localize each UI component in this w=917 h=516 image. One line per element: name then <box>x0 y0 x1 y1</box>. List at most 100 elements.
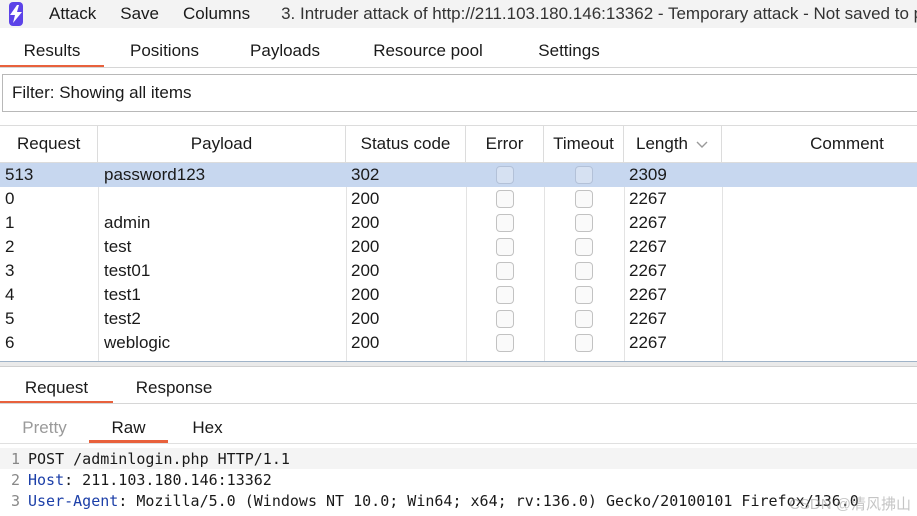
cell-status-code: 200 <box>351 309 380 328</box>
line-number: 1 <box>10 449 20 468</box>
error-checkbox-cell <box>496 259 514 283</box>
checkbox-icon <box>496 286 514 304</box>
main-tabs: Results Positions Payloads Resource pool… <box>0 34 627 68</box>
error-checkbox-cell <box>496 187 514 211</box>
col-header-length[interactable]: Length <box>624 126 722 162</box>
header-value: : 211.103.180.146:13362 <box>64 470 272 489</box>
code-line: 2 Host: 211.103.180.146:13362 <box>0 469 917 490</box>
cell-status-code: 200 <box>351 285 380 304</box>
line-number: 2 <box>10 470 20 489</box>
view-tabs-divider <box>0 443 917 444</box>
checkbox-icon <box>575 214 593 232</box>
cell-length: 2267 <box>629 261 667 280</box>
results-table: Request Payload Status code Error Timeou… <box>0 125 917 361</box>
table-row[interactable]: 513 password123 302 2309 <box>0 163 917 187</box>
error-checkbox-cell <box>496 235 514 259</box>
cell-status-code: 200 <box>351 333 380 352</box>
cell-status-code: 200 <box>351 213 380 232</box>
error-checkbox-cell <box>496 283 514 307</box>
col-header-error[interactable]: Error <box>466 126 544 162</box>
checkbox-icon <box>575 262 593 280</box>
menu-columns[interactable]: Columns <box>183 4 250 24</box>
timeout-checkbox-cell <box>575 283 593 307</box>
window-title: 3. Intruder attack of http://211.103.180… <box>281 4 917 23</box>
checkbox-icon <box>496 190 514 208</box>
checkbox-icon <box>496 166 514 184</box>
timeout-checkbox-cell <box>575 187 593 211</box>
filter-text: Filter: Showing all items <box>12 83 192 102</box>
col-header-request[interactable]: Request <box>0 126 98 162</box>
col-header-comment[interactable]: Comment <box>722 126 917 162</box>
table-row[interactable]: 6 weblogic 200 2267 <box>0 331 917 355</box>
code-line: 3 User-Agent: Mozilla/5.0 (Windows NT 10.… <box>0 490 917 511</box>
cell-status-code: 200 <box>351 189 380 208</box>
tab-pretty[interactable]: Pretty <box>0 412 89 443</box>
checkbox-icon <box>496 238 514 256</box>
menu-save[interactable]: Save <box>120 4 159 24</box>
pane-splitter[interactable] <box>0 361 917 367</box>
table-row[interactable]: 0 200 2267 <box>0 187 917 211</box>
error-checkbox-cell <box>496 331 514 355</box>
cell-length: 2267 <box>629 189 667 208</box>
cell-request: 3 <box>5 261 15 280</box>
checkbox-icon <box>575 310 593 328</box>
cell-payload: test01 <box>104 261 151 280</box>
checkbox-icon <box>575 334 593 352</box>
tab-raw[interactable]: Raw <box>89 412 168 443</box>
tab-hex[interactable]: Hex <box>168 412 247 443</box>
menu-attack[interactable]: Attack <box>49 4 96 24</box>
timeout-checkbox-cell <box>575 163 593 187</box>
tab-results[interactable]: Results <box>0 34 104 68</box>
filter-bar[interactable]: Filter: Showing all items <box>2 74 917 112</box>
message-tabs-divider <box>0 403 917 404</box>
col-header-status-code[interactable]: Status code <box>346 126 466 162</box>
tab-response[interactable]: Response <box>113 371 235 404</box>
message-tabs: Request Response <box>0 371 235 404</box>
col-header-payload[interactable]: Payload <box>98 126 346 162</box>
tab-settings[interactable]: Settings <box>511 34 627 68</box>
cell-payload: test2 <box>104 309 141 328</box>
cell-request: 2 <box>5 237 15 256</box>
cell-request: 6 <box>5 333 15 352</box>
tab-request[interactable]: Request <box>0 371 113 404</box>
watermark: CSDN @清风拂山 <box>789 496 911 513</box>
tab-payloads[interactable]: Payloads <box>225 34 345 68</box>
header-value: : Mozilla/5.0 (Windows NT 10.0; Win64; x… <box>118 491 859 510</box>
cell-length: 2267 <box>629 285 667 304</box>
tab-positions[interactable]: Positions <box>104 34 225 68</box>
checkbox-icon <box>496 334 514 352</box>
timeout-checkbox-cell <box>575 307 593 331</box>
checkbox-icon <box>575 190 593 208</box>
cell-request: 4 <box>5 285 15 304</box>
timeout-checkbox-cell <box>575 211 593 235</box>
error-checkbox-cell <box>496 211 514 235</box>
cell-length: 2267 <box>629 237 667 256</box>
table-row[interactable]: 3 test01 200 2267 <box>0 259 917 283</box>
menu-bar: Attack Save Columns 3. Intruder attack o… <box>0 0 917 28</box>
checkbox-icon <box>496 214 514 232</box>
table-row[interactable]: 1 admin 200 2267 <box>0 211 917 235</box>
request-editor[interactable]: 1 POST /adminlogin.php HTTP/1.1 2 Host: 211… <box>0 448 917 516</box>
checkbox-icon <box>575 238 593 256</box>
cell-payload: admin <box>104 213 151 232</box>
timeout-checkbox-cell <box>575 259 593 283</box>
code-line: 1 POST /adminlogin.php HTTP/1.1 <box>0 448 917 469</box>
checkbox-icon <box>496 310 514 328</box>
table-row[interactable]: 5 test2 200 2267 <box>0 307 917 331</box>
tab-resource-pool[interactable]: Resource pool <box>345 34 511 68</box>
cell-request: 1 <box>5 213 15 232</box>
col-header-timeout[interactable]: Timeout <box>544 126 624 162</box>
checkbox-icon <box>496 262 514 280</box>
cell-payload: password123 <box>104 165 206 184</box>
header-value: POST /adminlogin.php HTTP/1.1 <box>28 449 290 468</box>
view-tabs: Pretty Raw Hex <box>0 412 247 443</box>
error-checkbox-cell <box>496 307 514 331</box>
header-name: Host <box>28 470 65 489</box>
cell-length: 2267 <box>629 213 667 232</box>
table-header: Request Payload Status code Error Timeou… <box>0 125 917 163</box>
table-row[interactable]: 4 test1 200 2267 <box>0 283 917 307</box>
col-header-length-label: Length <box>636 134 688 153</box>
tabs-divider <box>0 67 917 68</box>
table-row[interactable]: 2 test 200 2267 <box>0 235 917 259</box>
header-name: User-Agent <box>28 491 119 510</box>
